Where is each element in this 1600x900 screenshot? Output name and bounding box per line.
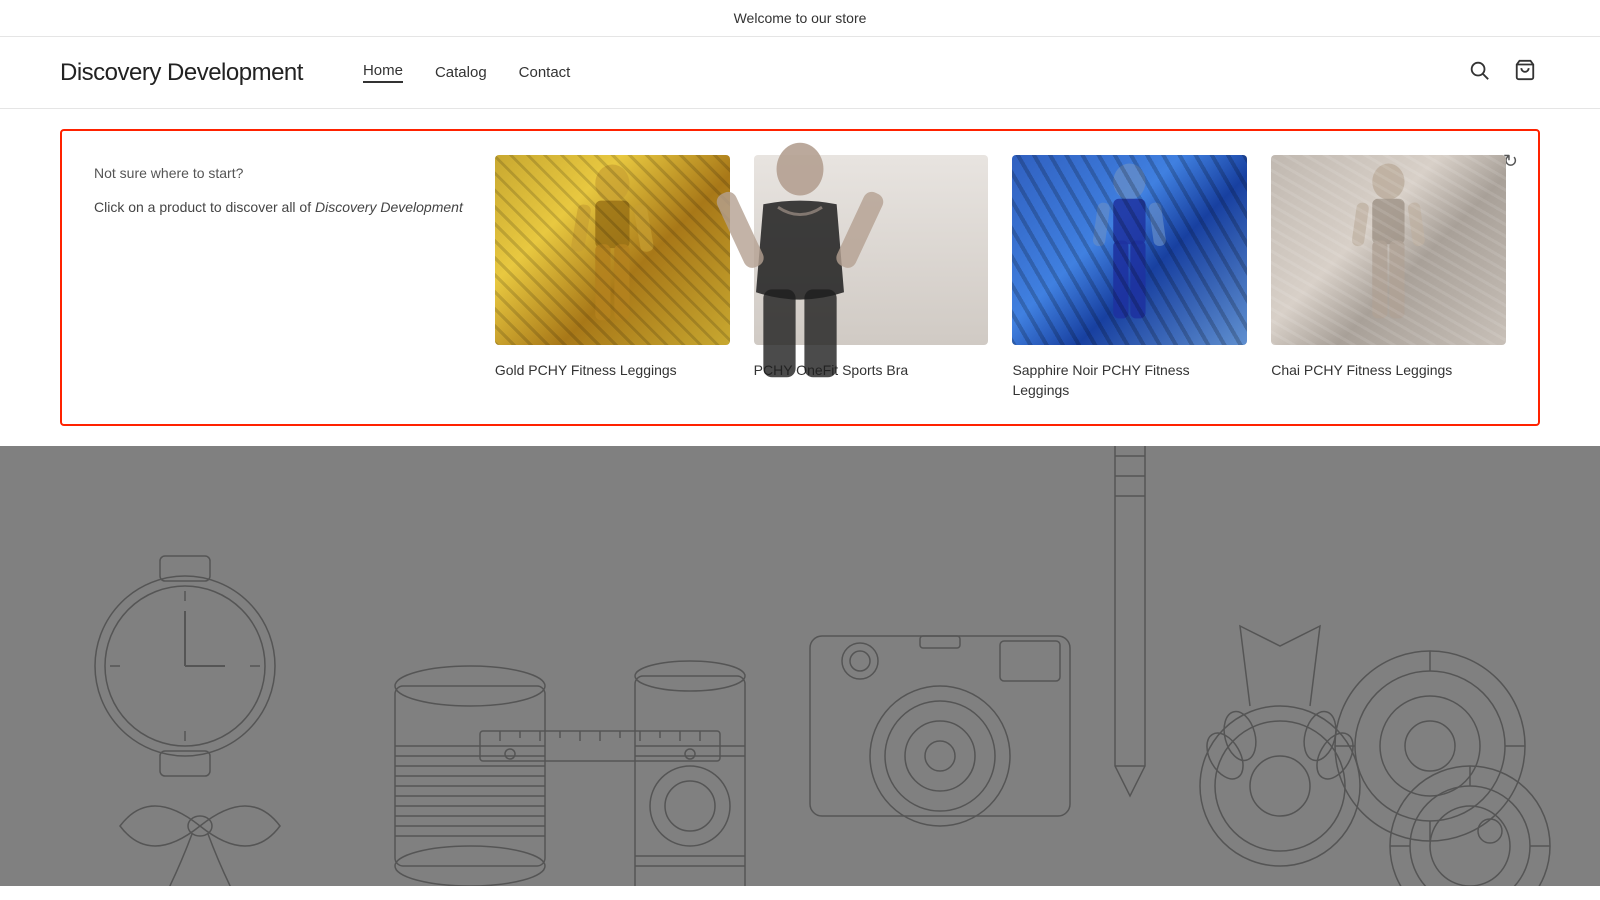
cart-icon — [1514, 59, 1536, 81]
announcement-text: Welcome to our store — [734, 10, 867, 26]
product-figure-3 — [1012, 155, 1247, 345]
product-figure-2 — [754, 155, 989, 345]
header: Discovery Development Home Catalog Conta… — [0, 37, 1600, 109]
products-grid: Gold PCHY Fitness Leggings — [495, 155, 1506, 400]
nav-home[interactable]: Home — [363, 62, 403, 83]
search-button[interactable] — [1464, 55, 1494, 91]
cart-button[interactable] — [1510, 55, 1540, 91]
main-content: ↻ Not sure where to start? Click on a pr… — [0, 129, 1600, 886]
product-card-2[interactable]: PCHY OneFit Sports Bra — [754, 155, 989, 400]
main-nav: Home Catalog Contact — [363, 62, 1464, 83]
background-section — [0, 446, 1600, 886]
product-image-2 — [754, 155, 989, 345]
brand-logo[interactable]: Discovery Development — [60, 59, 303, 87]
header-icons — [1464, 55, 1540, 91]
nav-catalog[interactable]: Catalog — [435, 64, 487, 81]
showcase-section: ↻ Not sure where to start? Click on a pr… — [60, 129, 1540, 426]
nav-contact[interactable]: Contact — [519, 64, 571, 81]
announcement-bar: Welcome to our store — [0, 0, 1600, 37]
search-icon — [1468, 59, 1490, 81]
background-drawing — [0, 446, 1600, 886]
product-image-3 — [1012, 155, 1247, 345]
product-image-4 — [1271, 155, 1506, 345]
product-figure-4 — [1271, 155, 1506, 345]
showcase-inner: Not sure where to start? Click on a prod… — [94, 155, 1506, 400]
